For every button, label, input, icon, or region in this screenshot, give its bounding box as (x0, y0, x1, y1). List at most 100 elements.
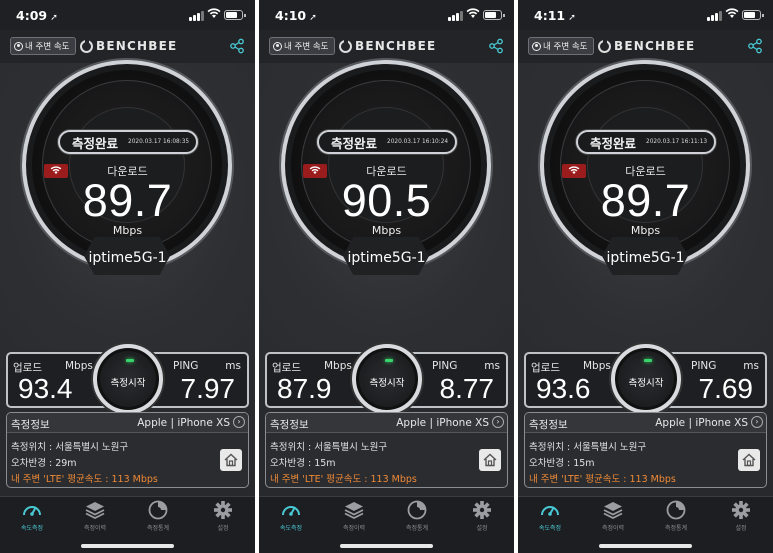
measurement-complete-badge: 측정완료 2020.03.17 16:08:35 (58, 130, 198, 154)
info-title: 측정정보 (11, 419, 50, 431)
benchbee-logo-icon (598, 39, 611, 53)
nearby-speed-button[interactable]: 내 주변 속도 (528, 37, 594, 55)
start-measurement-button[interactable]: 측정시작 (93, 344, 163, 414)
start-measurement-label: 측정시작 (110, 378, 146, 389)
benchbee-logo: BENCHBEE (339, 39, 436, 53)
nearby-speed-label: 내 주변 속도 (543, 42, 588, 52)
start-measurement-button[interactable]: 측정시작 (611, 344, 681, 414)
complete-label: 측정완료 (331, 135, 378, 151)
layers-icon (84, 500, 106, 520)
tab-statistics[interactable]: 측정통계 (651, 500, 701, 532)
download-speed-value: 89.7 (600, 175, 691, 226)
home-icon (483, 453, 497, 467)
upload-speed-value: 87.9 (277, 373, 332, 404)
gear-icon (730, 500, 752, 520)
ping-value: 8.77 (439, 373, 495, 404)
share-icon[interactable] (229, 38, 245, 54)
ping-unit: ms (225, 360, 241, 372)
status-bar: 4:09 (0, 0, 255, 30)
tab-speed-test[interactable]: 속도측정 (7, 500, 57, 532)
status-led (385, 359, 393, 362)
tab-speed-test[interactable]: 속도측정 (266, 500, 316, 532)
tab-statistics[interactable]: 측정통계 (133, 500, 183, 532)
measurement-timestamp: 2020.03.17 16:11:13 (646, 139, 708, 145)
home-network-button[interactable] (738, 449, 760, 471)
tab-label: 설정 (735, 525, 747, 532)
tab-history[interactable]: 측정이력 (588, 500, 638, 532)
home-icon (742, 453, 756, 467)
nearby-speed-button[interactable]: 내 주변 속도 (10, 37, 76, 55)
upload-speed-value: 93.4 (18, 373, 73, 404)
measurement-info-panel: 측정정보 Apple | iPhone XS › 측정위치 : 서울특별시 노원… (6, 412, 249, 488)
chevron-right-icon[interactable]: › (233, 416, 245, 428)
info-header[interactable]: 측정정보 Apple | iPhone XS › (7, 413, 248, 433)
chart-icon (665, 500, 687, 520)
tab-label: 측정이력 (601, 525, 625, 532)
tab-history[interactable]: 측정이력 (70, 500, 120, 532)
tab-speed-test[interactable]: 속도측정 (525, 500, 575, 532)
chevron-right-icon[interactable]: › (751, 416, 763, 428)
benchbee-logo: BENCHBEE (80, 39, 177, 53)
info-header[interactable]: 측정정보 Apple | iPhone XS › (266, 413, 507, 433)
device-name: Apple | iPhone XS (396, 417, 489, 429)
tab-settings[interactable]: 설정 (198, 500, 248, 532)
tab-label: 속도측정 (20, 525, 44, 532)
start-measurement-label: 측정시작 (628, 378, 664, 389)
measurement-location: 측정위치 : 서울특별시 노원구 (270, 442, 388, 453)
cellular-signal-icon (448, 11, 464, 21)
upload-unit: Mbps (65, 360, 93, 372)
speedometer-icon (280, 500, 302, 520)
info-header[interactable]: 측정정보 Apple | iPhone XS › (525, 413, 766, 433)
tab-statistics[interactable]: 측정통계 (392, 500, 442, 532)
ping-unit: ms (484, 360, 500, 372)
nearby-speed-label: 내 주변 속도 (284, 42, 329, 52)
status-time: 4:11 (534, 8, 576, 23)
error-radius: 오차반경 : 15m (529, 458, 595, 469)
home-network-button[interactable] (479, 449, 501, 471)
speedometer-icon (21, 500, 43, 520)
tab-settings[interactable]: 설정 (716, 500, 766, 532)
cellular-signal-icon (189, 11, 205, 21)
measurement-info-panel: 측정정보 Apple | iPhone XS › 측정위치 : 서울특별시 노원… (524, 412, 767, 488)
complete-label: 측정완료 (590, 135, 637, 151)
ping-value: 7.97 (180, 373, 236, 404)
home-icon (224, 453, 238, 467)
app-header: 내 주변 속도 BENCHBEE (518, 30, 773, 63)
screenshot-panel-1: 4:09 내 주변 속도 BENCHBEE 측정완료 2020.03.17 16… (0, 0, 255, 553)
tab-settings[interactable]: 설정 (457, 500, 507, 532)
measurement-complete-badge: 측정완료 2020.03.17 16:10:24 (317, 130, 457, 154)
measurement-info-panel: 측정정보 Apple | iPhone XS › 측정위치 : 서울특별시 노원… (265, 412, 508, 488)
status-led (644, 359, 652, 362)
start-measurement-button[interactable]: 측정시작 (352, 344, 422, 414)
nearby-speed-label: 내 주변 속도 (25, 42, 70, 52)
location-target-icon (14, 41, 23, 51)
status-bar: 4:10 (259, 0, 514, 30)
wifi-icon (207, 8, 221, 22)
chevron-right-icon[interactable]: › (492, 416, 504, 428)
upload-speed-value: 93.6 (536, 373, 591, 404)
share-icon[interactable] (747, 38, 763, 54)
battery-icon (224, 10, 246, 20)
measurement-location: 측정위치 : 서울특별시 노원구 (11, 442, 129, 453)
ping-value: 7.69 (698, 373, 754, 404)
battery-icon (483, 10, 505, 20)
tab-label: 측정이력 (342, 525, 366, 532)
logo-text: BENCHBEE (355, 39, 437, 53)
home-network-button[interactable] (220, 449, 242, 471)
tab-label: 설정 (217, 525, 229, 532)
download-speed-value: 89.7 (82, 175, 173, 226)
tab-history[interactable]: 측정이력 (329, 500, 379, 532)
logo-text: BENCHBEE (96, 39, 178, 53)
cellular-signal-icon (707, 11, 723, 21)
layers-icon (343, 500, 365, 520)
device-name: Apple | iPhone XS (655, 417, 748, 429)
download-unit: Mbps (112, 224, 143, 237)
share-icon[interactable] (488, 38, 504, 54)
download-unit: Mbps (630, 224, 661, 237)
nearby-speed-button[interactable]: 내 주변 속도 (269, 37, 335, 55)
gear-icon (212, 500, 234, 520)
measurement-complete-badge: 측정완료 2020.03.17 16:11:13 (576, 130, 716, 154)
tab-label: 측정통계 (405, 525, 429, 532)
measurement-location: 측정위치 : 서울특별시 노원구 (529, 442, 647, 453)
battery-icon (742, 10, 764, 20)
